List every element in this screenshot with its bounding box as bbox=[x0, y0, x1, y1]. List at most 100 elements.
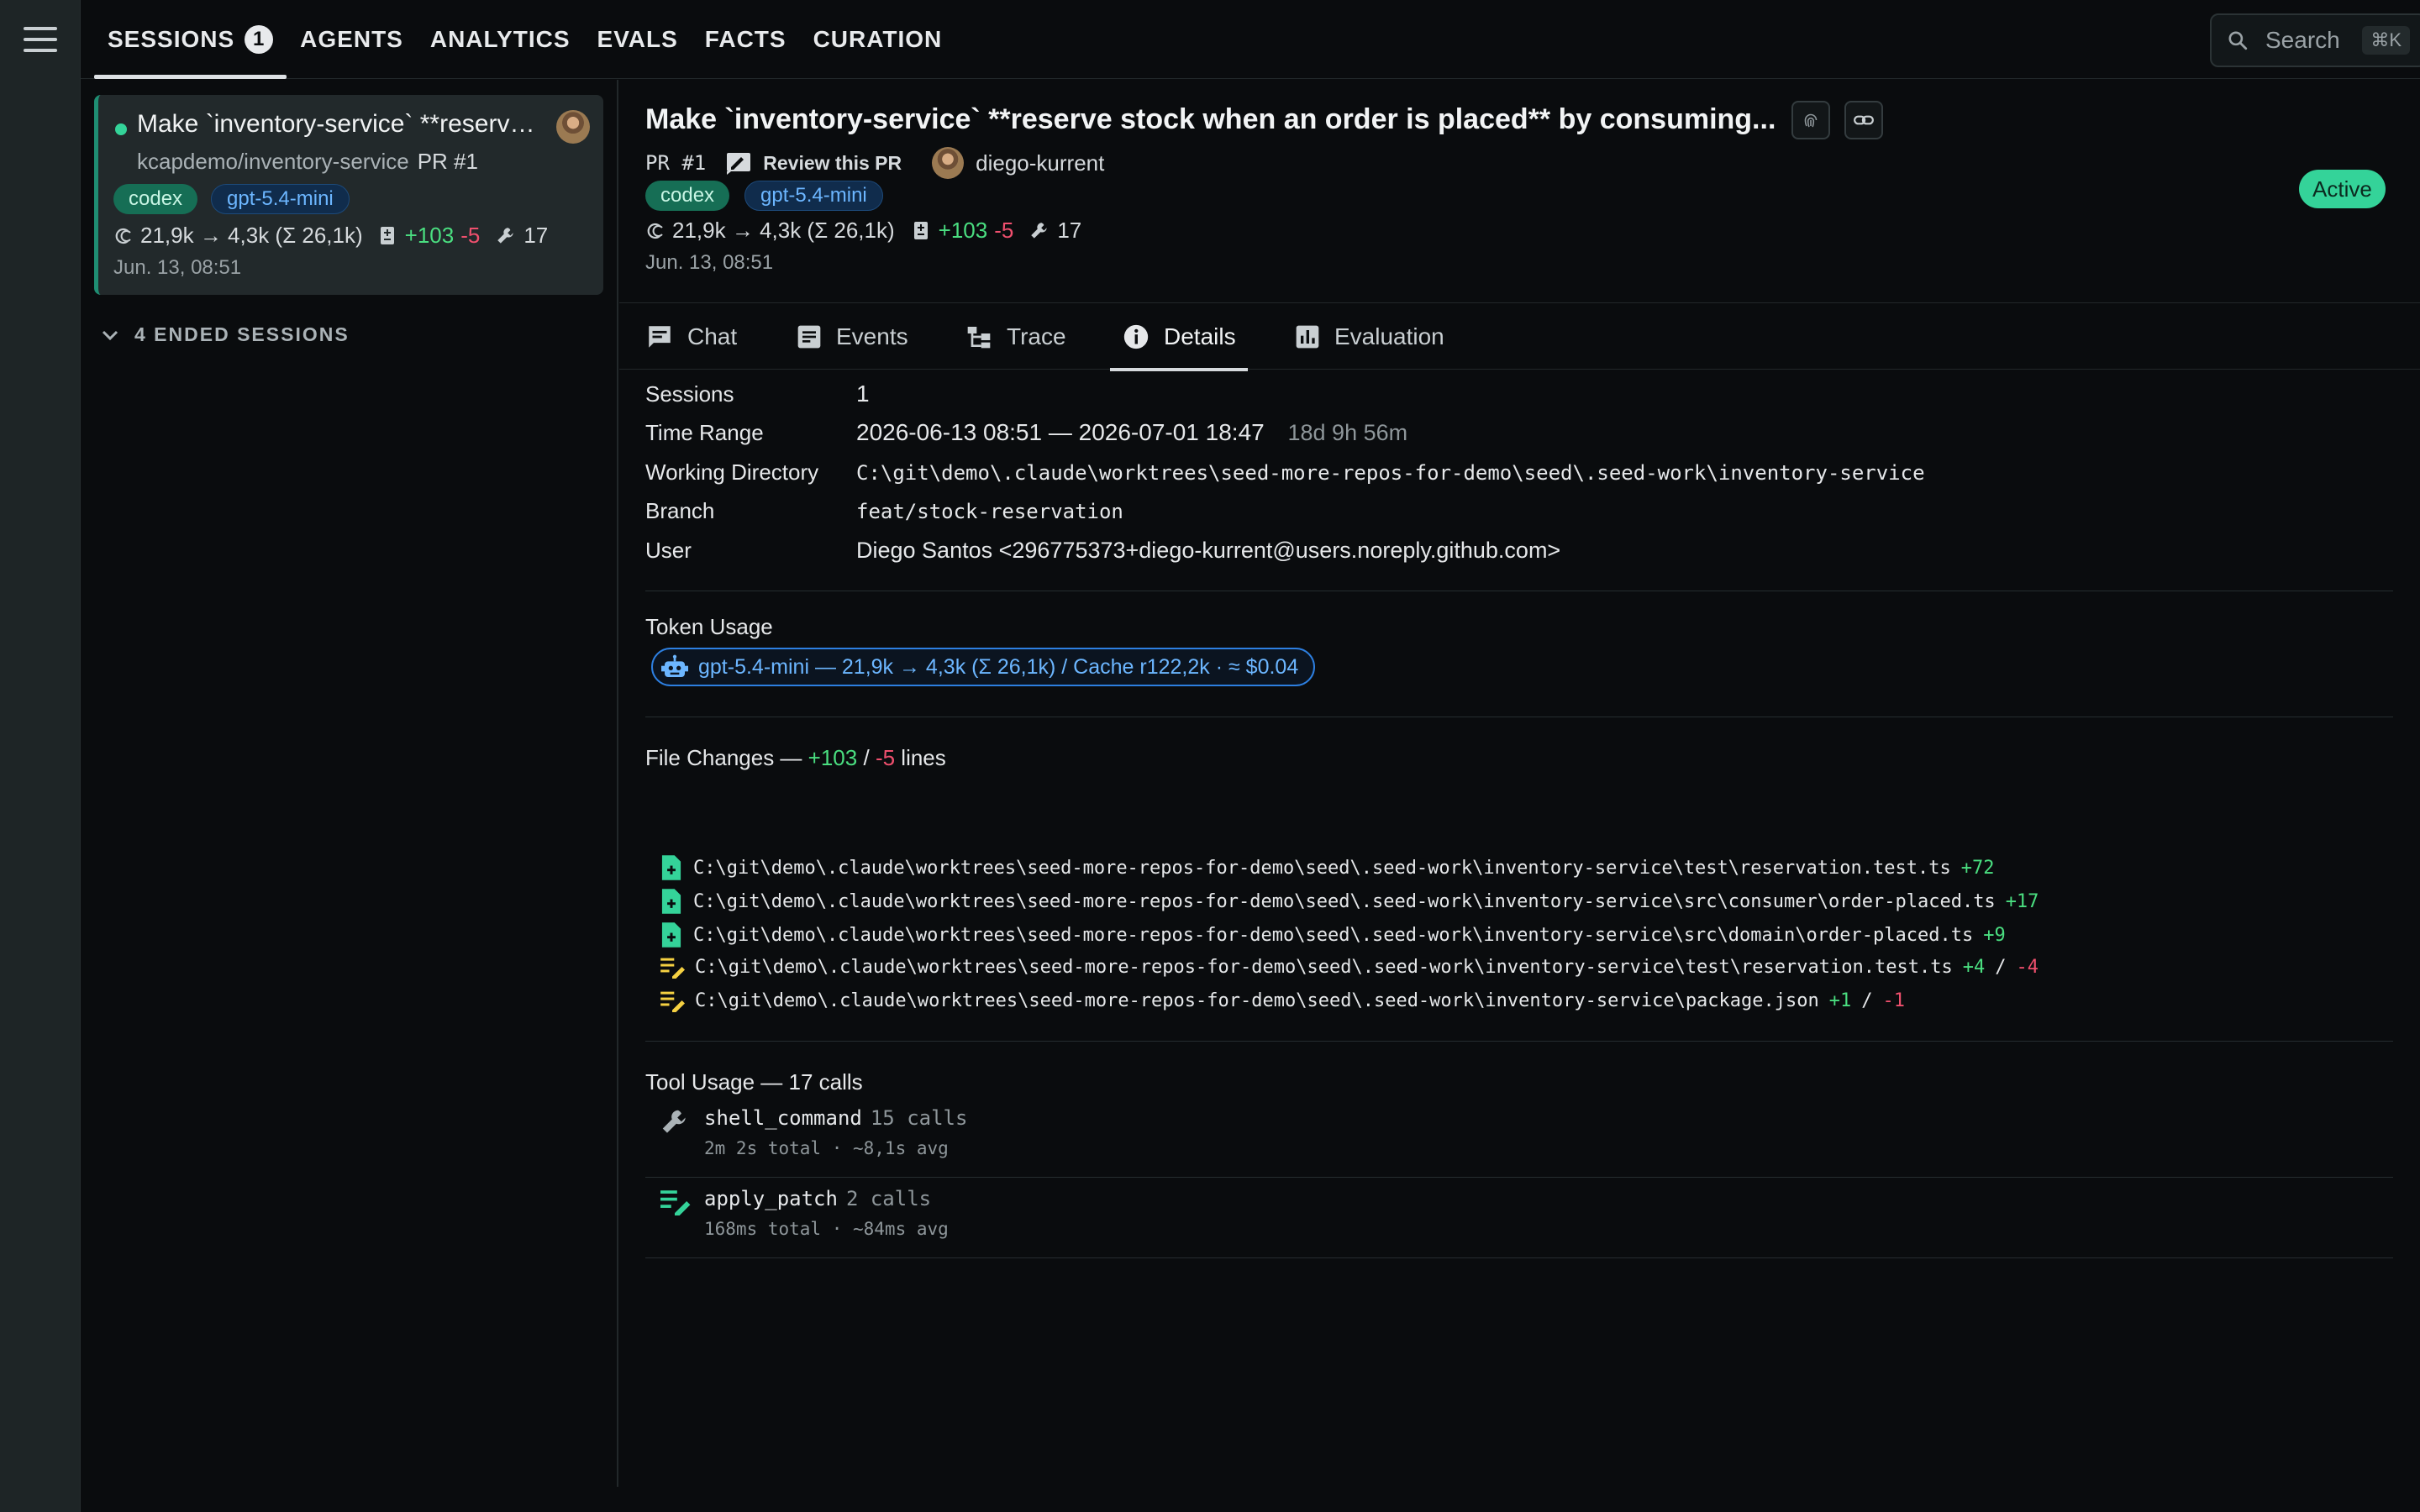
left-rail bbox=[0, 0, 81, 1512]
hamburger-menu-icon[interactable] bbox=[24, 27, 57, 52]
tab-chat[interactable]: Chat bbox=[645, 303, 737, 370]
file-lines-added: +72 bbox=[1960, 857, 1995, 879]
detail-tabs: Chat Events Trace Details Evaluation bbox=[619, 302, 2420, 371]
nav-tab-agents[interactable]: AGENTS bbox=[287, 0, 417, 79]
file-add-icon bbox=[661, 855, 681, 880]
main-nav: SESSIONS 1 AGENTS ANALYTICS EVALS FACTS … bbox=[94, 0, 955, 79]
separator: / bbox=[1861, 990, 1873, 1011]
copy-link-button[interactable] bbox=[1844, 101, 1883, 139]
author-avatar bbox=[556, 110, 590, 144]
tool-name: apply_patch 2 calls bbox=[704, 1187, 931, 1210]
session-card[interactable]: Make `inventory-service` **reserve stock… bbox=[94, 95, 603, 295]
search-shortcut: ⌘K bbox=[2362, 26, 2410, 55]
divider bbox=[645, 1177, 2393, 1178]
review-icon bbox=[727, 153, 751, 175]
search-placeholder: Search bbox=[2265, 27, 2340, 53]
file-changes-heading: File Changes — +103 / -5 lines bbox=[645, 745, 946, 771]
chevron-down-icon bbox=[102, 330, 118, 340]
author-avatar bbox=[932, 147, 965, 179]
tab-label: Evaluation bbox=[1334, 323, 1444, 349]
nav-tab-label: ANALYTICS bbox=[429, 26, 571, 52]
ended-sessions-label: 4 ENDED SESSIONS bbox=[134, 323, 350, 345]
edit-list-icon bbox=[660, 1190, 691, 1215]
file-change-row[interactable]: C:\git\demo\.claude\worktrees\seed-more-… bbox=[660, 989, 1905, 1012]
token-stats: 21,9k → 4,3k (Σ 26,1k) bbox=[672, 218, 895, 243]
session-sidebar: Make `inventory-service` **reserve stock… bbox=[81, 80, 618, 1487]
file-change-row[interactable]: C:\git\demo\.claude\worktrees\seed-more-… bbox=[660, 955, 2039, 979]
tokens-icon bbox=[115, 228, 131, 244]
tool-call-count: 17 bbox=[523, 223, 549, 248]
tool-usage-row: shell_command 15 calls 2m 2s total · ~8,1… bbox=[645, 1106, 2393, 1173]
file-path: C:\git\demo\.claude\worktrees\seed-more-… bbox=[695, 990, 1819, 1011]
tool-timing: 168ms total · ~84ms avg bbox=[704, 1219, 949, 1239]
link-icon bbox=[1854, 115, 1874, 125]
file-lines-added: +9 bbox=[1983, 924, 2006, 946]
nav-tab-facts[interactable]: FACTS bbox=[692, 0, 800, 79]
top-bar: SESSIONS 1 AGENTS ANALYTICS EVALS FACTS … bbox=[81, 0, 2420, 79]
file-change-row[interactable]: C:\git\demo\.claude\worktrees\seed-more-… bbox=[660, 854, 1994, 881]
status-badge: Active bbox=[2299, 170, 2386, 208]
tool-name: shell_command 15 calls bbox=[704, 1106, 967, 1130]
token-stats: 21,9k → 4,3k (Σ 26,1k) bbox=[140, 223, 363, 248]
author-name[interactable]: diego-kurrent bbox=[976, 150, 1104, 176]
nav-tab-evals[interactable]: EVALS bbox=[584, 0, 692, 79]
nav-tab-analytics[interactable]: ANALYTICS bbox=[417, 0, 584, 79]
tokens-icon bbox=[647, 223, 663, 239]
search-button[interactable]: Search ⌘K bbox=[2210, 13, 2420, 67]
robot-icon bbox=[661, 654, 688, 677]
sessions-count-badge: 1 bbox=[245, 25, 274, 54]
nav-tab-curation[interactable]: CURATION bbox=[800, 0, 956, 79]
nav-tab-label: SESSIONS bbox=[108, 26, 235, 52]
tab-label: Chat bbox=[687, 323, 738, 349]
token-usage-heading: Token Usage bbox=[645, 614, 773, 639]
nav-tab-label: CURATION bbox=[813, 26, 943, 52]
lines-removed: -5 bbox=[460, 223, 481, 248]
token-pill-text: gpt-5.4-mini — 21,9k → 4,3k (Σ 26,1k) / … bbox=[698, 654, 1299, 679]
session-card-tags: codex gpt-5.4-mini bbox=[113, 184, 350, 214]
ended-sessions-toggle[interactable]: 4 ENDED SESSIONS bbox=[101, 323, 350, 346]
file-path: C:\git\demo\.claude\worktrees\seed-more-… bbox=[695, 956, 1953, 978]
file-change-row[interactable]: C:\git\demo\.claude\worktrees\seed-more-… bbox=[660, 888, 2039, 915]
file-path: C:\git\demo\.claude\worktrees\seed-more-… bbox=[693, 857, 1951, 879]
info-icon bbox=[1123, 324, 1149, 349]
repo-name: kcapdemo/inventory-service bbox=[137, 149, 409, 174]
pr-line: PR #1 Review this PR diego-kurrent bbox=[645, 147, 1104, 179]
divider bbox=[645, 1041, 2393, 1042]
lines-removed: -5 bbox=[875, 745, 896, 770]
session-card-repo: kcapdemo/inventory-service PR #1 bbox=[137, 149, 478, 175]
lines-added: +103 bbox=[808, 745, 858, 770]
review-pr-link[interactable]: Review this PR bbox=[763, 152, 902, 175]
tab-events[interactable]: Events bbox=[796, 303, 908, 370]
divider bbox=[645, 1257, 2393, 1258]
nav-tab-label: FACTS bbox=[704, 26, 786, 52]
nav-tab-sessions[interactable]: SESSIONS 1 bbox=[94, 0, 287, 79]
chat-icon bbox=[649, 326, 671, 348]
tab-label: Details bbox=[1164, 323, 1236, 349]
tab-details[interactable]: Details bbox=[1110, 303, 1248, 371]
time-range-duration: 18d 9h 56m bbox=[1287, 420, 1408, 445]
tool-usage-row: apply_patch 2 calls 168ms total · ~84ms a… bbox=[645, 1187, 2393, 1254]
model-tag: gpt-5.4-mini bbox=[211, 184, 350, 214]
pr-number: PR #1 bbox=[417, 149, 478, 174]
active-status-dot bbox=[115, 123, 127, 135]
sessions-label: Sessions bbox=[645, 381, 734, 407]
session-card-stats: 21,9k → 4,3k (Σ 26,1k) +103 -5 17 bbox=[113, 223, 548, 249]
fingerprint-button[interactable] bbox=[1791, 101, 1830, 139]
agent-tag: codex bbox=[645, 181, 730, 211]
wrench-icon bbox=[662, 1110, 686, 1133]
file-lines-removed: -1 bbox=[1882, 990, 1906, 1011]
tab-evaluation[interactable]: Evaluation bbox=[1294, 303, 1444, 370]
file-lines-added: +1 bbox=[1828, 990, 1852, 1011]
file-changes-prefix: File Changes — bbox=[645, 745, 802, 770]
wrench-icon bbox=[497, 227, 514, 244]
file-diff-icon bbox=[913, 221, 928, 239]
trace-icon bbox=[967, 327, 991, 349]
branch-label: Branch bbox=[645, 498, 715, 523]
lines-added: +103 bbox=[404, 223, 455, 248]
bar-chart-icon bbox=[1296, 325, 1319, 349]
file-change-row[interactable]: C:\git\demo\.claude\worktrees\seed-more-… bbox=[660, 921, 2006, 948]
search-icon bbox=[2228, 31, 2248, 50]
time-range-label: Time Range bbox=[645, 420, 764, 445]
tool-call-count: 15 calls bbox=[870, 1106, 968, 1130]
tab-trace[interactable]: Trace bbox=[965, 303, 1066, 370]
